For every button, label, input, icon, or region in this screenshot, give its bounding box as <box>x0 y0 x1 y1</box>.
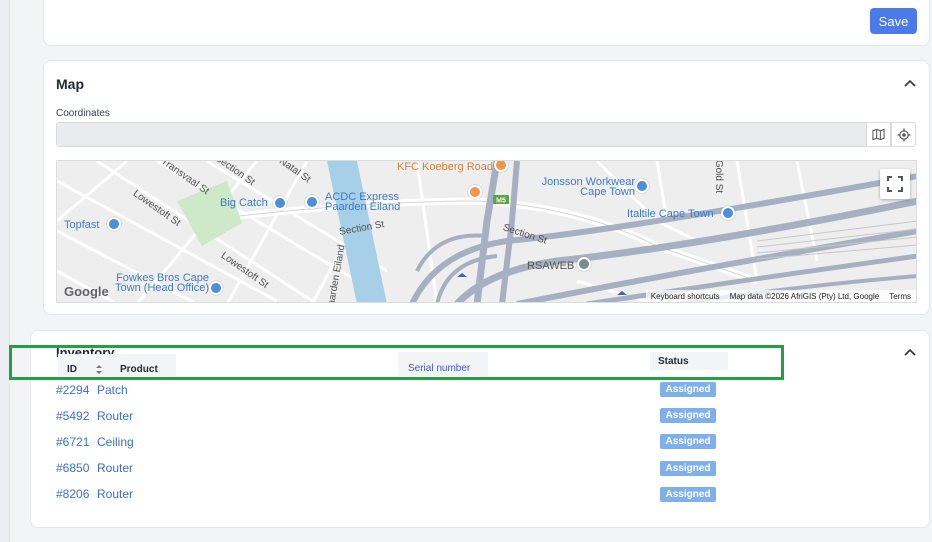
map-place-kfc[interactable]: KFC Koeberg Road <box>397 162 493 173</box>
map-place-italtile[interactable]: Italtile Cape Town <box>627 209 714 220</box>
row-product-link[interactable]: Ceiling <box>97 435 134 449</box>
crosshair-icon <box>897 128 910 141</box>
map-place-jonsson[interactable]: Jonsson Workwear Cape Town <box>535 177 635 198</box>
status-badge: Assigned <box>660 434 716 449</box>
store-pin-icon[interactable] <box>209 281 223 295</box>
highlight-box <box>9 345 784 380</box>
terms-link[interactable]: Terms <box>889 292 911 301</box>
row-product-link[interactable]: Router <box>97 487 133 501</box>
map-view[interactable]: M5 KFC Koeberg Road Jonsson Workwear Cap… <box>56 160 917 303</box>
status-badge: Assigned <box>660 382 716 397</box>
map-attribution: Keyboard shortcuts Map data ©2026 AfriGI… <box>645 290 916 302</box>
chevron-up-icon[interactable] <box>903 345 917 359</box>
map-place-topfast[interactable]: Topfast <box>64 220 99 231</box>
row-product-link[interactable]: Router <box>97 409 133 423</box>
fullscreen-icon <box>887 176 903 192</box>
google-logo: Google <box>64 284 109 299</box>
map-icon <box>872 128 885 141</box>
save-button[interactable]: Save <box>870 8 917 34</box>
road-badge: M5 <box>496 198 506 205</box>
row-id-link[interactable]: #5492 <box>56 409 89 423</box>
store-pin-icon[interactable] <box>721 206 735 220</box>
map-place-big-catch[interactable]: Big Catch <box>220 198 268 209</box>
row-id-link[interactable]: #6850 <box>56 461 89 475</box>
row-product-link[interactable]: Router <box>97 461 133 475</box>
status-badge: Assigned <box>660 408 716 423</box>
status-badge: Assigned <box>660 487 716 502</box>
store-pin-icon[interactable] <box>305 195 319 209</box>
map-section-title: Map <box>56 76 84 92</box>
place-pin-icon[interactable] <box>577 257 591 271</box>
street-label: Gold St <box>713 160 725 194</box>
chevron-up-icon[interactable] <box>903 76 917 90</box>
store-pin-icon[interactable] <box>635 179 649 193</box>
coordinates-label: Coordinates <box>56 108 110 119</box>
map-place-acdc[interactable]: ACDC Express Paarden Eiland <box>325 192 405 213</box>
map-picker-button[interactable] <box>866 122 891 147</box>
store-pin-icon[interactable] <box>273 196 287 210</box>
keyboard-shortcuts-link[interactable]: Keyboard shortcuts <box>651 292 720 301</box>
current-location-button[interactable] <box>891 122 916 147</box>
row-product-link[interactable]: Patch <box>97 383 128 397</box>
left-sidebar-edge <box>0 0 10 542</box>
row-id-link[interactable]: #6721 <box>56 435 89 449</box>
row-id-link[interactable]: #2294 <box>56 383 89 397</box>
fullscreen-button[interactable] <box>880 169 910 199</box>
status-badge: Assigned <box>660 461 716 476</box>
row-id-link[interactable]: #8206 <box>56 487 89 501</box>
map-place-rsaweb[interactable]: RSAWEB <box>527 261 574 272</box>
form-card <box>43 0 930 46</box>
restaurant-pin-icon[interactable] <box>468 185 482 199</box>
map-place-fowkes[interactable]: Fowkes Bros Cape Town (Head Office) <box>109 273 209 294</box>
store-pin-icon[interactable] <box>107 217 121 231</box>
coordinates-input[interactable] <box>56 122 867 147</box>
map-data-attribution: Map data ©2026 AfriGIS (Pty) Ltd, Google <box>729 291 880 301</box>
